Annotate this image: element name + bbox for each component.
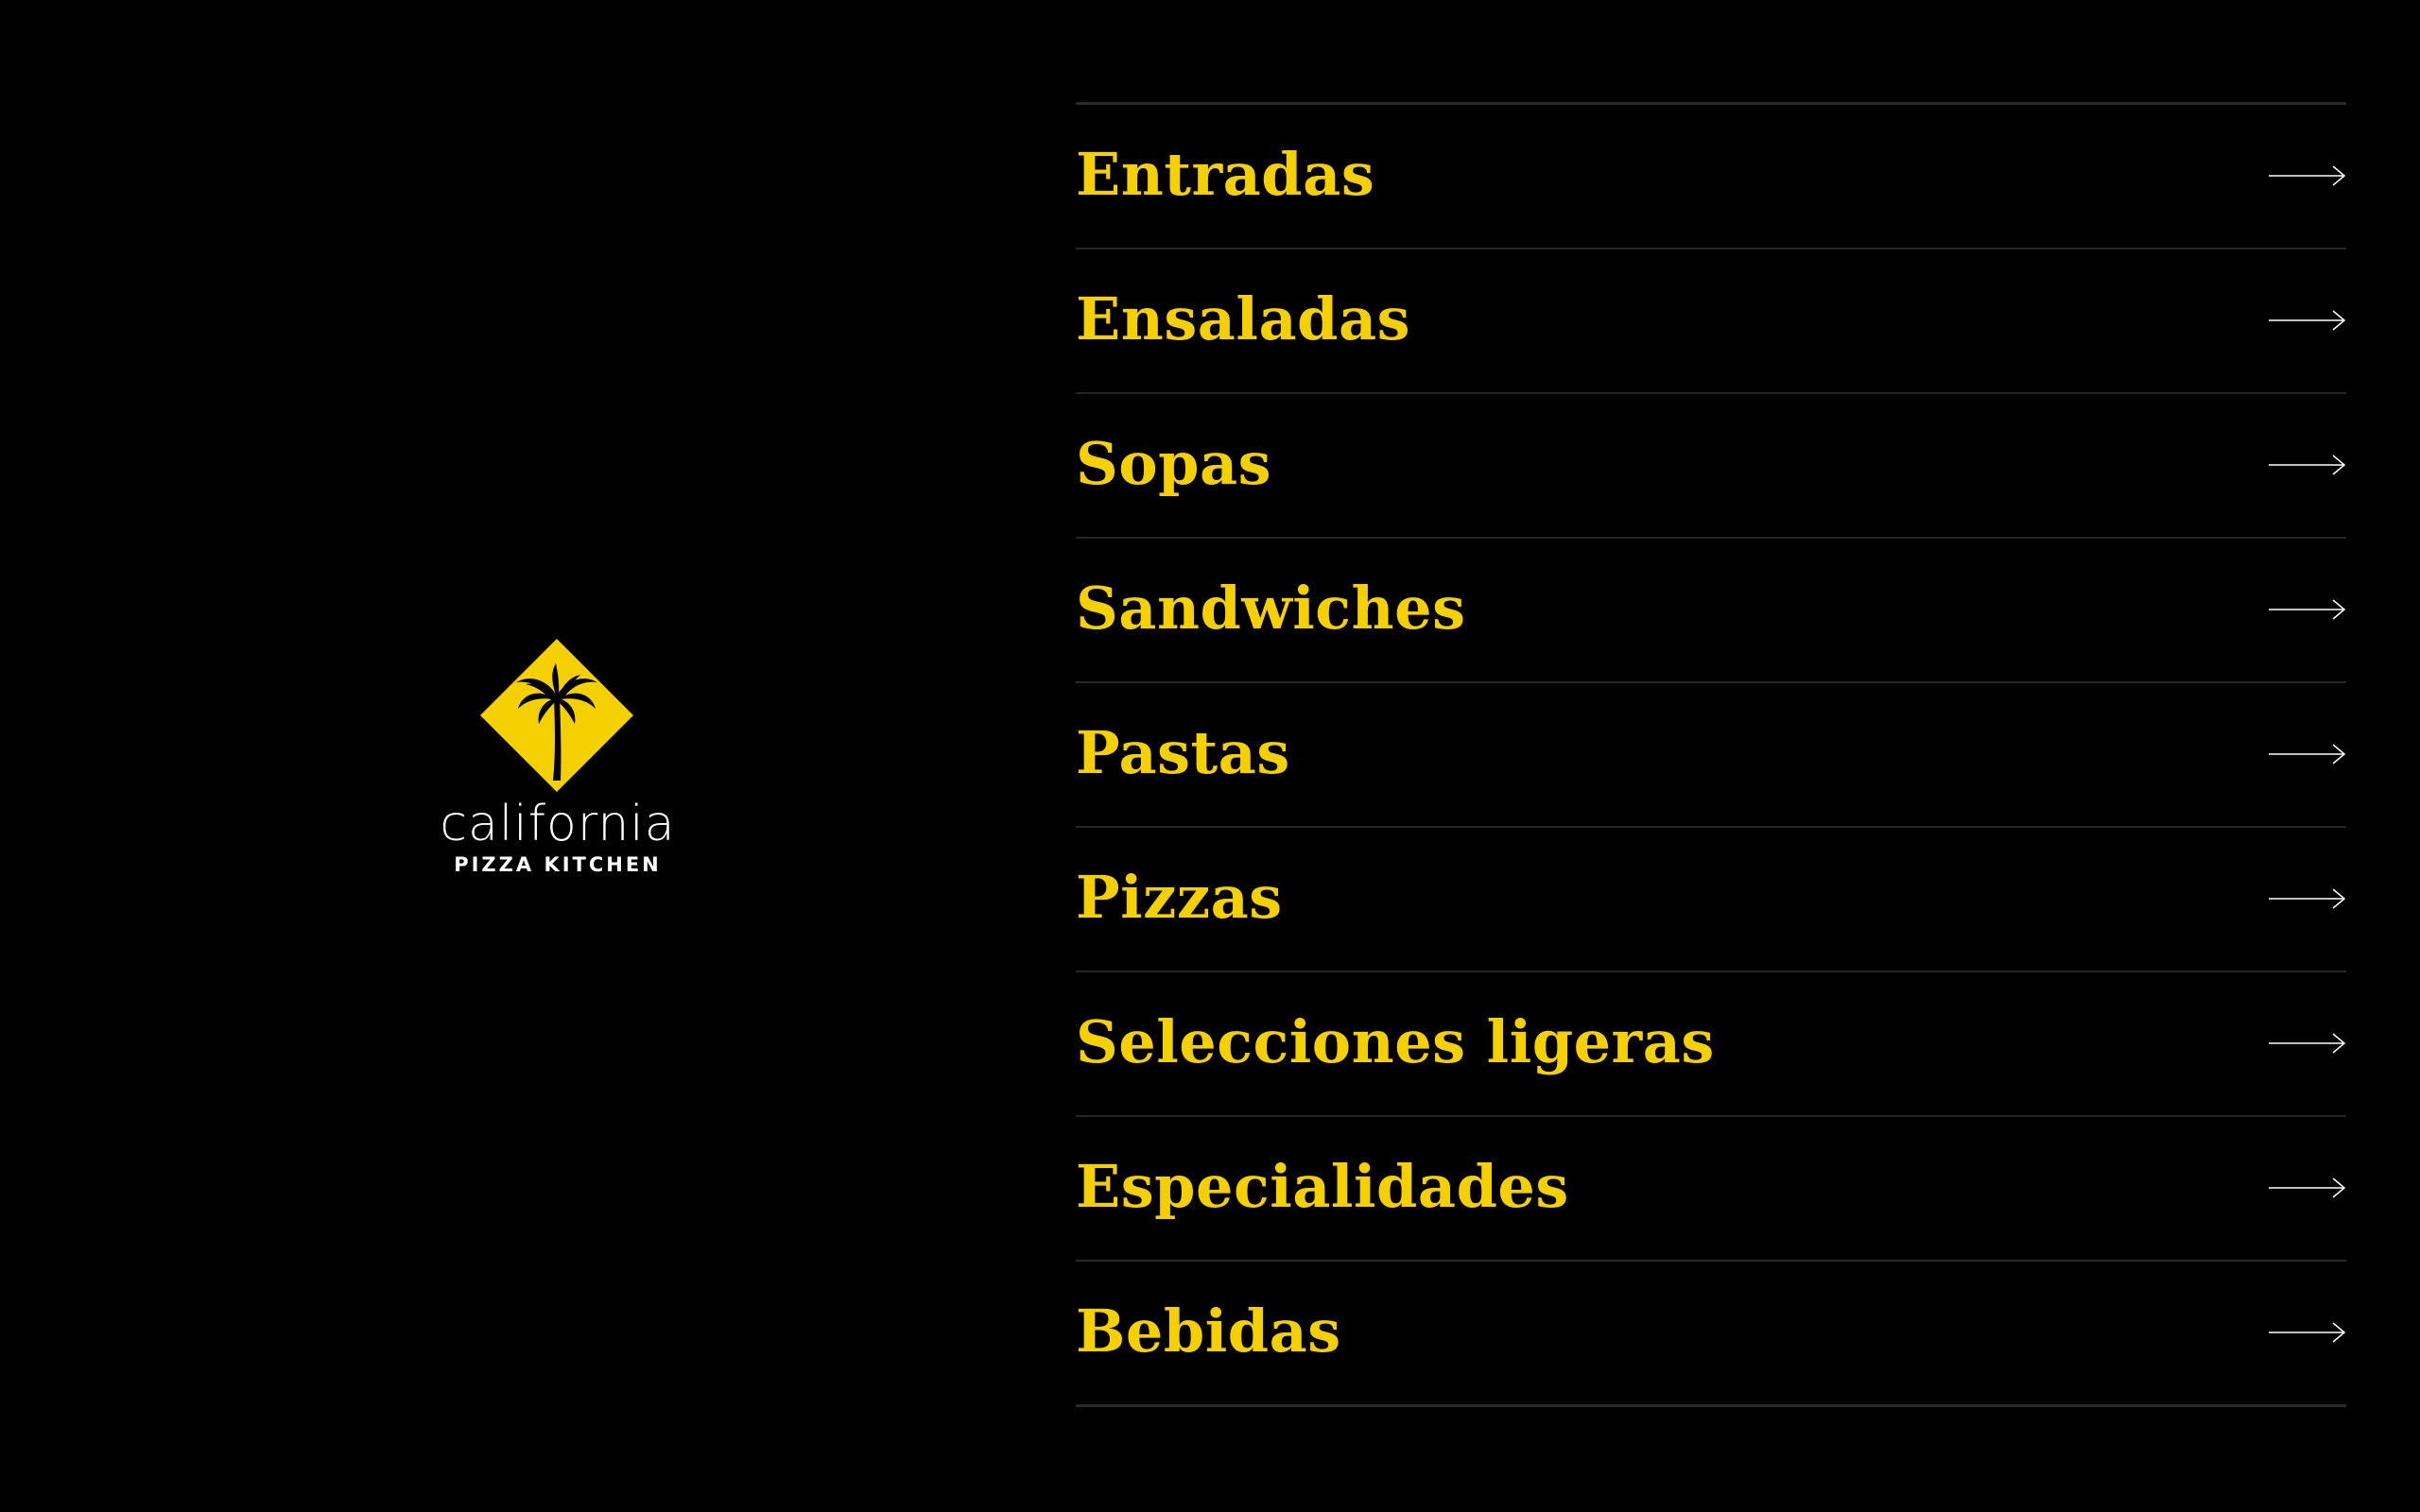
menu-item-sopas[interactable]: Sopas [1076,394,2346,539]
menu-item-ensaladas[interactable]: Ensaladas [1076,249,2346,394]
arrow-right-icon [2269,888,2346,909]
menu-item-label: Bebidas [1076,1297,1341,1366]
arrow-right-icon [2269,165,2346,186]
menu-item-sandwiches[interactable]: Sandwiches [1076,539,2346,683]
menu-item-pizzas[interactable]: Pizzas [1076,828,2346,972]
menu-list: Entradas Ensaladas Sopas Sandwiches Past… [1076,102,2346,1407]
arrow-right-icon [2269,310,2346,331]
brand-logo: california PIZZA KITCHEN [424,639,692,876]
menu-item-label: Pastas [1076,718,1290,787]
menu-item-bebidas[interactable]: Bebidas [1076,1262,2346,1407]
menu-item-especialidades[interactable]: Especialidades [1076,1117,2346,1262]
arrow-right-icon [2269,744,2346,765]
palm-tree-diamond-icon [480,639,633,792]
brand-wordmark: california [440,796,676,852]
arrow-right-icon [2269,1177,2346,1198]
menu-item-label: Sopas [1076,429,1272,498]
menu-item-pastas[interactable]: Pastas [1076,683,2346,828]
menu-item-label: Especialidades [1076,1152,1569,1221]
menu-item-label: Ensaladas [1076,284,1411,353]
menu-item-label: Pizzas [1076,863,1283,932]
brand-subtitle: PIZZA KITCHEN [454,853,662,876]
menu-item-label: Selecciones ligeras [1076,1007,1715,1076]
arrow-right-icon [2269,599,2346,620]
arrow-right-icon [2269,1033,2346,1054]
arrow-right-icon [2269,455,2346,475]
menu-item-label: Sandwiches [1076,574,1466,643]
menu-item-selecciones-ligeras[interactable]: Selecciones ligeras [1076,972,2346,1117]
arrow-right-icon [2269,1322,2346,1343]
menu-item-entradas[interactable]: Entradas [1076,105,2346,249]
menu-item-label: Entradas [1076,140,1375,209]
